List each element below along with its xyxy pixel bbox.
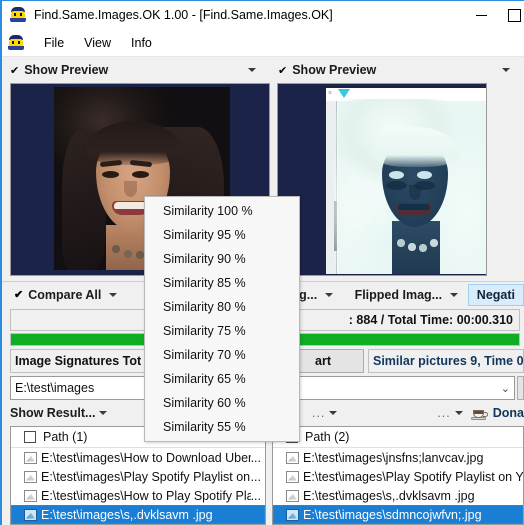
list-item-selected[interactable]: E:\test\images\sdmncojwfvn;.jpg	[273, 505, 523, 524]
ellipsis-label: ...	[437, 406, 451, 420]
menu-item-similarity-60[interactable]: Similarity 60 %	[145, 391, 299, 415]
image-thumbnail-icon	[286, 489, 299, 502]
checkmark-icon: ✔	[10, 64, 20, 77]
menu-bar: File View Info	[2, 29, 524, 57]
path-2-rows[interactable]: E:\test\images\jnsfns;lanvcav.jpg E:\tes…	[273, 448, 523, 524]
list-item[interactable]: E:\test\images\How to Play Spotify Playl…	[11, 486, 265, 505]
chevron-down-icon[interactable]	[325, 292, 334, 297]
similarity-context-menu[interactable]: Similarity 100 % Similarity 95 % Similar…	[144, 196, 300, 442]
list-item[interactable]: E:\test\images\Play Spotify Playlist on …	[273, 467, 523, 486]
window-title: Find.Same.Images.OK 1.00 - [Find.Same.Im…	[34, 8, 333, 22]
chevron-down-icon[interactable]	[454, 411, 463, 415]
chevron-down-icon[interactable]	[109, 292, 118, 297]
menu-file[interactable]: File	[34, 29, 74, 57]
list-item[interactable]: E:\test\images\How to Download Uber Invo…	[11, 448, 265, 467]
chevron-down-icon[interactable]	[450, 292, 459, 297]
chevron-down-icon[interactable]: ⌄	[501, 382, 510, 395]
options-dropdown-2[interactable]: ...	[437, 406, 463, 420]
preview-image-right[interactable]: ×	[277, 83, 487, 276]
menu-item-similarity-70[interactable]: Similarity 70 %	[145, 343, 299, 367]
path-2-header[interactable]: Path (2)	[273, 427, 523, 448]
window-controls	[458, 1, 524, 30]
menu-view[interactable]: View	[74, 29, 121, 57]
show-preview-right-toggle[interactable]: ✔ Show Preview	[270, 57, 524, 83]
menu-item-similarity-65[interactable]: Similarity 65 %	[145, 367, 299, 391]
menu-item-similarity-75[interactable]: Similarity 75 %	[145, 319, 299, 343]
similar-pictures-result: Similar pictures 9, Time 0.0	[368, 349, 524, 373]
path-2-label: Path (2)	[305, 430, 350, 444]
path-1-checkbox[interactable]	[24, 431, 36, 443]
close-icon: ×	[328, 90, 333, 97]
show-preview-right-label: Show Preview	[292, 63, 377, 77]
smiley-app-icon	[10, 7, 26, 23]
show-preview-left-label: Show Preview	[24, 63, 109, 77]
image-thumbnail-icon	[286, 451, 299, 464]
list-item-truncation: ...	[250, 469, 261, 484]
list-item[interactable]: E:\test\images\jnsfns;lanvcav.jpg	[273, 448, 523, 467]
chevron-down-icon[interactable]	[248, 68, 256, 72]
list-item-path: E:\test\images\jnsfns;lanvcav.jpg	[303, 450, 484, 465]
path-combo-box[interactable]: ⌄	[266, 376, 515, 400]
list-item[interactable]: E:\test\images\s,.dvklsavm .jpg	[273, 486, 523, 505]
flipped-images-label: Flipped Imag...	[354, 287, 443, 302]
chevron-down-icon[interactable]	[99, 411, 108, 415]
checkmark-icon: ✔	[278, 64, 288, 77]
menu-item-similarity-55[interactable]: Similarity 55 %	[145, 415, 299, 439]
list-item-selected[interactable]: E:\test\images\s,.dvklsavm .jpg	[11, 505, 265, 524]
list-item-path: E:\test\images\Play Spotify Playlist on …	[303, 469, 523, 484]
list-item-truncation: ...	[250, 488, 261, 503]
smiley-menu-icon[interactable]	[8, 34, 24, 51]
path-2-list-panel: Path (2) E:\test\images\jnsfns;lanvcav.j…	[272, 426, 524, 525]
menu-item-similarity-95[interactable]: Similarity 95 %	[145, 223, 299, 247]
flipped-images-dropdown[interactable]: Flipped Imag...	[351, 288, 463, 302]
list-item-path: E:\test\images\sdmncojwfvn;.jpg	[303, 507, 482, 522]
image-thumbnail-icon	[286, 470, 299, 483]
list-item-path: E:\test\images\Play Spotify Playlist on …	[41, 469, 251, 484]
list-item[interactable]: E:\test\images\Play Spotify Playlist on …	[11, 467, 265, 486]
image-thumbnail-icon	[286, 508, 299, 521]
menu-item-similarity-100[interactable]: Similarity 100 %	[145, 199, 299, 223]
preview-headers: ✔ Show Preview ✔ Show Preview	[2, 57, 524, 83]
list-item-truncation: ...	[250, 450, 261, 465]
menu-info[interactable]: Info	[121, 29, 162, 57]
list-item-path: E:\test\images\How to Play Spotify Playl…	[41, 488, 251, 503]
ellipsis-label: ...	[311, 406, 326, 420]
donate-label: Dona	[492, 406, 524, 420]
status-text: : 884 / Total Time: 00:00.310	[348, 313, 513, 327]
image-thumbnail-icon	[24, 489, 37, 502]
compare-all-label: Compare All	[28, 287, 102, 302]
compare-all-dropdown[interactable]: ✔ Compare All	[10, 288, 121, 302]
title-bar: Find.Same.Images.OK 1.00 - [Find.Same.Im…	[2, 0, 524, 29]
donate-button[interactable]: Dona	[470, 406, 524, 420]
options-dropdown-1[interactable]: ...	[311, 406, 338, 420]
show-preview-left-toggle[interactable]: ✔ Show Preview	[2, 57, 270, 83]
negative-portrait-photo: ×	[326, 88, 486, 274]
chevron-down-icon[interactable]	[502, 68, 510, 72]
application-window: Find.Same.Images.OK 1.00 - [Find.Same.Im…	[0, 0, 524, 525]
negative-images-button[interactable]: Negati	[467, 283, 524, 306]
menu-item-similarity-85[interactable]: Similarity 85 %	[145, 271, 299, 295]
checkmark-icon: ✔	[14, 289, 24, 301]
image-thumbnail-icon	[24, 508, 37, 521]
list-item-path: E:\test\images\s,.dvklsavm .jpg	[41, 507, 213, 522]
chevron-down-icon[interactable]	[329, 411, 338, 415]
maximize-button[interactable]	[504, 1, 524, 30]
image-thumbnail-icon	[24, 451, 37, 464]
list-item-path: E:\test\images\How to Download Uber Invo…	[41, 450, 251, 465]
coffee-cup-icon	[470, 406, 488, 420]
list-item-path: E:\test\images\s,.dvklsavm .jpg	[303, 488, 475, 503]
menu-item-similarity-90[interactable]: Similarity 90 %	[145, 247, 299, 271]
show-result-dropdown[interactable]: Show Result...	[10, 406, 108, 420]
minimize-button[interactable]	[458, 1, 504, 30]
menu-item-similarity-80[interactable]: Similarity 80 %	[145, 295, 299, 319]
image-thumbnail-icon	[24, 470, 37, 483]
show-result-label: Show Result...	[10, 406, 96, 420]
path-1-rows[interactable]: E:\test\images\How to Download Uber Invo…	[11, 448, 265, 524]
path-1-label: Path (1)	[43, 430, 88, 444]
browse-button[interactable]	[517, 376, 524, 400]
